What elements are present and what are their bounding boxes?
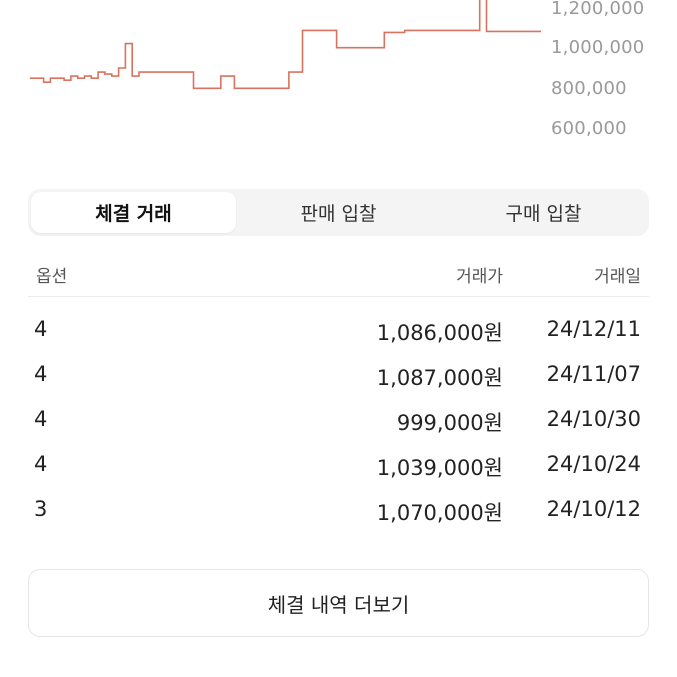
column-header-date: 거래일 (594, 267, 641, 287)
option-cell: 4 (34, 317, 48, 341)
table-row: 4 1,087,000원 24/11/07 (28, 354, 649, 399)
price-cell: 1,039,000원 (376, 456, 503, 480)
option-cell: 4 (34, 407, 48, 431)
price-chart: 1,200,000 1,000,000 800,000 600,000 (0, 0, 677, 160)
date-cell: 24/10/24 (546, 452, 641, 476)
y-axis-label: 1,200,000 (551, 0, 645, 19)
y-axis-label: 800,000 (551, 78, 627, 99)
date-cell: 24/12/11 (546, 317, 641, 341)
price-cell: 1,087,000원 (376, 366, 503, 390)
price-cell: 1,086,000원 (376, 321, 503, 345)
date-cell: 24/10/12 (546, 497, 641, 521)
table-row: 4 1,086,000원 24/12/11 (28, 309, 649, 354)
table-row: 3 1,070,000원 24/10/12 (28, 489, 649, 534)
y-axis-label: 600,000 (551, 118, 627, 139)
view-more-trades-button[interactable]: 체결 내역 더보기 (28, 569, 649, 637)
table-row: 4 999,000원 24/10/30 (28, 399, 649, 444)
trade-history-table: 옵션 거래가 거래일 4 1,086,000원 24/12/11 4 1,087… (28, 250, 649, 534)
column-header-price: 거래가 (456, 267, 503, 287)
tab-buy-bids[interactable]: 구매 입찰 (441, 192, 646, 233)
date-cell: 24/11/07 (546, 362, 641, 386)
table-header: 옵션 거래가 거래일 (28, 250, 649, 297)
trade-tabs: 체결 거래 판매 입찰 구매 입찰 (28, 189, 649, 236)
price-cell: 999,000원 (396, 411, 503, 435)
price-cell: 1,070,000원 (376, 501, 503, 525)
option-cell: 4 (34, 452, 48, 476)
date-cell: 24/10/30 (546, 407, 641, 431)
tab-completed-trades[interactable]: 체결 거래 (31, 192, 236, 233)
tab-sell-bids[interactable]: 판매 입찰 (236, 192, 441, 233)
column-header-option: 옵션 (36, 267, 68, 287)
option-cell: 4 (34, 362, 48, 386)
option-cell: 3 (34, 497, 48, 521)
table-body: 4 1,086,000원 24/12/11 4 1,087,000원 24/11… (28, 297, 649, 534)
y-axis-label: 1,000,000 (551, 37, 645, 58)
price-line (30, 0, 541, 90)
table-row: 4 1,039,000원 24/10/24 (28, 444, 649, 489)
